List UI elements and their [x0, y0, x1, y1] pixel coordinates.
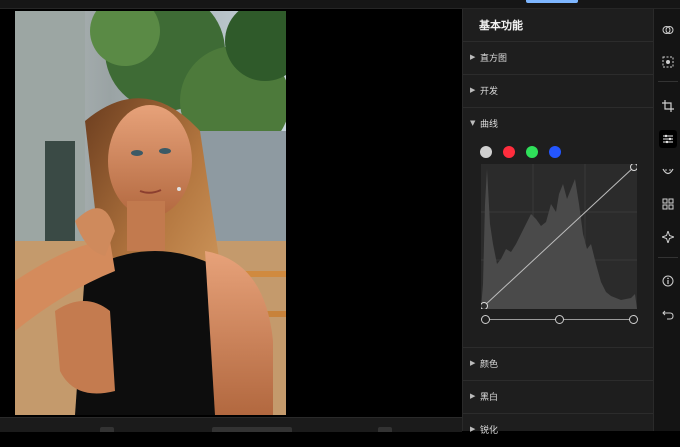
- toolbar-button[interactable]: [378, 427, 392, 432]
- chevron-right-icon: ▶: [470, 53, 476, 61]
- adjustments-panel: 基本功能 ▶ 直方图 ▶ 开发 ▼ 曲线 ▶ 颜色 ▶ 黑白 ▶ 锐化: [462, 9, 653, 436]
- image-canvas[interactable]: [0, 9, 462, 417]
- mask-icon[interactable]: [659, 163, 677, 181]
- active-tab-indicator: [526, 0, 578, 3]
- chevron-right-icon: ▶: [470, 392, 476, 400]
- chevron-right-icon: ▶: [470, 359, 476, 367]
- section-label: 颜色: [480, 360, 499, 370]
- section-color[interactable]: ▶ 颜色: [463, 347, 653, 381]
- section-label: 直方图: [480, 54, 508, 64]
- histogram-shape: [481, 169, 637, 309]
- rail-divider: [658, 257, 678, 258]
- undo-icon[interactable]: [659, 305, 677, 323]
- curve-editor[interactable]: [480, 163, 638, 310]
- toolbar-button[interactable]: [212, 427, 292, 432]
- curve-point-black: [480, 302, 488, 310]
- crop-icon[interactable]: [659, 97, 677, 115]
- channel-green-button[interactable]: [526, 146, 538, 158]
- chevron-right-icon: ▶: [470, 86, 476, 94]
- select-subject-icon[interactable]: [659, 53, 677, 71]
- tone-range-knob-mid[interactable]: [555, 315, 564, 324]
- curve-point-white: [630, 163, 638, 171]
- bottom-toolbar: [0, 417, 462, 432]
- section-histogram[interactable]: ▶ 直方图: [463, 41, 653, 75]
- channel-red-button[interactable]: [503, 146, 515, 158]
- ai-sparkle-icon[interactable]: [659, 228, 677, 246]
- section-black-white[interactable]: ▶ 黑白: [463, 380, 653, 414]
- panel-title: 基本功能: [479, 19, 523, 32]
- adjust-sliders-icon[interactable]: [659, 130, 677, 148]
- section-label: 黑白: [480, 393, 499, 403]
- section-label: 曲线: [480, 120, 499, 130]
- tone-range-knob-black[interactable]: [481, 315, 490, 324]
- section-sharpen[interactable]: ▶ 锐化: [463, 413, 653, 447]
- section-label: 开发: [480, 87, 499, 97]
- tone-range-knob-white[interactable]: [629, 315, 638, 324]
- channel-rgb-button[interactable]: [480, 146, 492, 158]
- chevron-right-icon: ▶: [470, 425, 476, 433]
- section-label: 锐化: [480, 426, 499, 436]
- section-develop[interactable]: ▶ 开发: [463, 74, 653, 108]
- rail-divider: [658, 81, 678, 82]
- tool-rail: [653, 9, 680, 431]
- channel-blue-button[interactable]: [549, 146, 561, 158]
- grid-icon[interactable]: [659, 195, 677, 213]
- chevron-down-icon: ▼: [470, 119, 476, 127]
- blend-icon[interactable]: [659, 21, 677, 39]
- portrait-photo: [15, 11, 286, 415]
- info-icon[interactable]: [659, 272, 677, 290]
- top-bar: [0, 0, 680, 9]
- toolbar-button[interactable]: [100, 427, 114, 432]
